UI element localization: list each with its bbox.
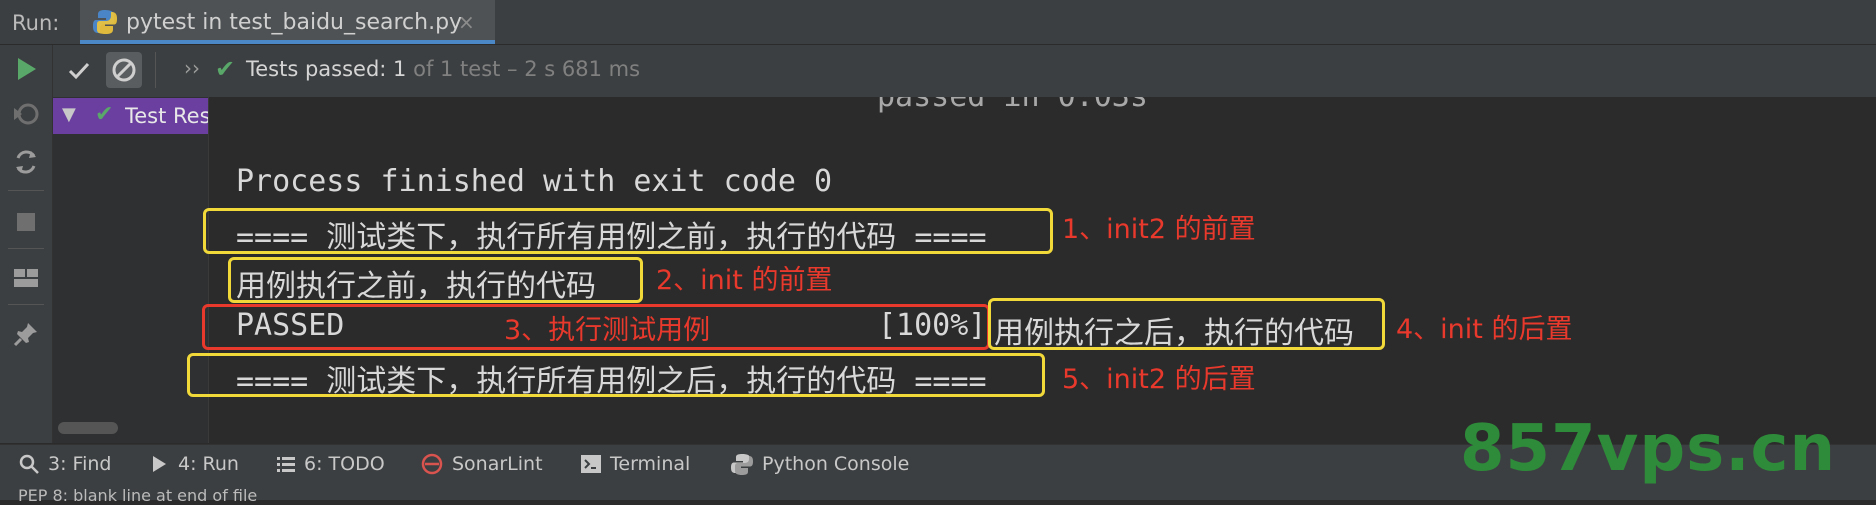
run-label: Run: — [12, 11, 60, 35]
tab-sonarlint[interactable]: SonarLint — [452, 453, 543, 475]
status-message: PEP 8: blank line at end of file — [18, 486, 258, 505]
todo-icon — [277, 457, 295, 472]
tab-find[interactable]: 3: Find — [48, 453, 111, 475]
tab-run[interactable]: 4: Run — [178, 453, 239, 475]
ide-status-bar — [0, 484, 1876, 500]
rerun-failed-icon[interactable] — [12, 100, 40, 128]
annotation-3: 3、执行测试用例 — [504, 315, 711, 346]
console-func-teardown-line: 用例执行之后，执行的代码 — [994, 316, 1354, 351]
sonarlint-icon — [421, 453, 443, 475]
python-console-icon — [731, 454, 753, 475]
tab-todo[interactable]: 6: TODO — [304, 453, 385, 475]
run-icon — [153, 456, 166, 472]
console-func-setup-line: 用例执行之前，执行的代码 — [236, 269, 596, 304]
passed-check-icon: ✔ — [95, 102, 114, 127]
toolbar-separator — [155, 52, 156, 88]
tests-duration: of 1 test – 2 s 681 ms — [406, 57, 641, 81]
run-tab-title: pytest in test_baidu_search.py — [126, 10, 463, 35]
tree-horizontal-scrollbar[interactable] — [58, 422, 118, 434]
layout-icon[interactable] — [12, 266, 40, 290]
ignored-icon — [112, 58, 136, 82]
test-results-tree — [53, 97, 209, 443]
rerun-play-icon[interactable] — [14, 56, 38, 82]
annotation-2: 2、init 的前置 — [656, 265, 833, 296]
tests-status-text: Tests passed: 1 of 1 test – 2 s 681 ms — [246, 57, 640, 81]
tool-separator — [8, 190, 44, 191]
stop-icon[interactable] — [14, 210, 38, 234]
passed-check-icon: ✔ — [215, 55, 236, 83]
console-class-setup-line: ==== 测试类下，执行所有用例之前，执行的代码 ==== — [236, 220, 987, 255]
toggle-auto-test-icon[interactable] — [12, 148, 40, 176]
tool-separator — [8, 248, 44, 249]
tab-terminal[interactable]: Terminal — [610, 453, 690, 475]
close-icon[interactable]: × — [458, 10, 475, 34]
annotation-1: 1、init2 的前置 — [1062, 214, 1256, 245]
watermark: 857vps.cn — [1460, 412, 1837, 486]
show-passed-icon[interactable] — [66, 58, 92, 84]
terminal-icon — [581, 455, 601, 473]
annotation-5: 5、init2 的后置 — [1062, 364, 1256, 395]
console-class-teardown-line: ==== 测试类下，执行所有用例之后，执行的代码 ==== — [236, 364, 987, 399]
console-passed-line: PASSED — [236, 308, 345, 343]
console-partial-line: passed in 0.03s — [877, 97, 1148, 114]
chevron-down-icon[interactable]: ▼ — [62, 104, 76, 125]
annotation-4: 4、init 的后置 — [1396, 314, 1573, 345]
console-progress-percent: [100%] — [878, 308, 987, 343]
pin-icon[interactable] — [12, 320, 40, 348]
tool-separator — [8, 304, 44, 305]
console-process-line: Process finished with exit code 0 — [236, 164, 833, 199]
console-clip: passed in 0.03s — [209, 97, 1876, 115]
tab-python-console[interactable]: Python Console — [762, 453, 909, 475]
tree-item-label: Test Results — [125, 104, 208, 128]
search-icon — [19, 454, 39, 474]
expand-toolbar-icon[interactable]: ›› — [184, 56, 200, 80]
python-file-icon — [93, 10, 117, 34]
tests-passed-count: Tests passed: 1 — [246, 57, 407, 81]
